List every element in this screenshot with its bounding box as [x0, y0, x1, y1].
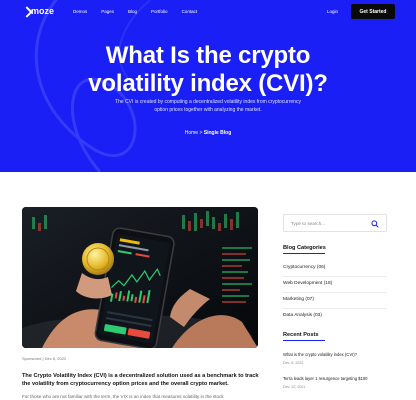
- top-nav: moze Demos Pages Blog Portfolio Contact …: [0, 0, 416, 24]
- recent-heading-underline: [283, 340, 325, 341]
- hero-banner: moze Demos Pages Blog Portfolio Contact …: [0, 0, 416, 172]
- article-body: For those who are not familiar with the …: [22, 394, 224, 399]
- breadcrumb-home[interactable]: Home: [185, 130, 198, 136]
- nav-link-contact[interactable]: Contact: [182, 9, 198, 14]
- post-meta: Sponsored | Dec 6, 2022: [22, 356, 67, 361]
- divider: [283, 308, 387, 309]
- categories-heading: Blog Categories: [283, 245, 326, 251]
- nav-link-blog[interactable]: Blog: [128, 9, 137, 14]
- recent-post-date: Dec. 6, 2022: [283, 361, 304, 365]
- recent-posts-heading: Recent Posts: [283, 332, 319, 338]
- main-menu: Demos Pages Blog Portfolio Contact: [73, 9, 197, 14]
- get-started-button[interactable]: Get Started: [351, 4, 395, 19]
- category-marketing[interactable]: Marketing (07): [283, 297, 314, 302]
- phone-trading-photo: [22, 207, 258, 348]
- divider: [283, 292, 387, 293]
- page-title-line-2: volatility index (CVI)?: [88, 70, 328, 97]
- nav-link-pages[interactable]: Pages: [101, 9, 114, 14]
- breadcrumb-separator: >: [199, 130, 203, 136]
- categories-heading-underline: [283, 253, 325, 254]
- search-icon[interactable]: [371, 220, 379, 228]
- featured-image: [22, 207, 258, 348]
- recent-post-title[interactable]: Terra leads layer 1 resurgence targeting…: [283, 376, 368, 381]
- category-web-development[interactable]: Web Development (18): [283, 281, 332, 286]
- page-title-line-1: What Is the crypto: [105, 42, 311, 69]
- logo-text: moze: [31, 6, 55, 16]
- recent-post-date: Dec. 22, 2021: [283, 385, 306, 389]
- article-intro: The Crypto Volatility Index (CVI) is a d…: [22, 373, 259, 388]
- page-subtitle: The CVI is created by computing a decent…: [115, 99, 301, 113]
- logo-mark-icon: [22, 7, 30, 15]
- divider: [283, 276, 387, 277]
- login-link[interactable]: Login: [327, 9, 338, 14]
- page-title: What Is the crypto volatility index (CVI…: [0, 42, 416, 98]
- logo[interactable]: moze: [22, 6, 54, 16]
- nav-link-demos[interactable]: Demos: [73, 9, 87, 14]
- breadcrumb: Home > Single Blog: [0, 130, 416, 136]
- category-data-analysis[interactable]: Data Analysis (03): [283, 313, 322, 318]
- breadcrumb-current: Single Blog: [203, 130, 232, 136]
- search-box[interactable]: Type to search...: [283, 214, 387, 232]
- recent-post-title[interactable]: What is the crypto volatility index (CVI…: [283, 352, 357, 357]
- nav-link-portfolio[interactable]: Portfolio: [151, 9, 168, 14]
- search-input[interactable]: Type to search...: [291, 221, 325, 226]
- category-cryptocurrency[interactable]: Cryptocurrency (06): [283, 265, 325, 270]
